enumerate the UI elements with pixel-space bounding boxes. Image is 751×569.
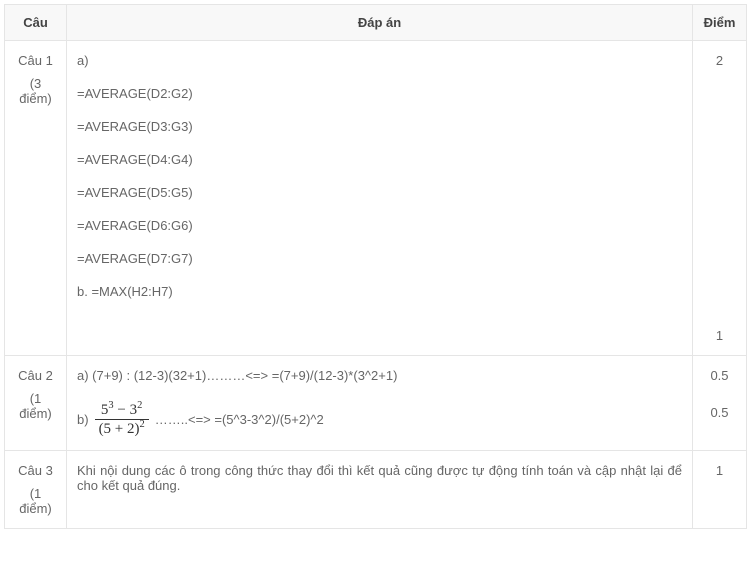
header-row: Câu Đáp án Điểm <box>5 5 747 41</box>
answer-line-b: b) 53 − 32 (5 + 2)2 ……..<=> =(5^3-3^2)/(… <box>77 401 682 438</box>
answer-part-b: b. =MAX(H2:H7) <box>77 284 682 299</box>
cau-cell: Câu 2 (1 điểm) <box>5 356 67 451</box>
cau-label: Câu 1 <box>15 53 56 68</box>
fraction: 53 − 32 (5 + 2)2 <box>95 401 149 438</box>
fraction-numerator: 53 − 32 <box>97 401 146 419</box>
cau-note: (1 điểm) <box>15 486 56 516</box>
score-cell: 0.5 0.5 <box>693 356 747 451</box>
header-diem: Điểm <box>693 5 747 41</box>
answer-part-a-label: a) <box>77 53 682 68</box>
table-row: Câu 2 (1 điểm) a) (7+9) : (12-3)(32+1)……… <box>5 356 747 451</box>
table-row: Câu 3 (1 điểm) Khi nội dung các ô trong … <box>5 451 747 529</box>
answer-line-a: a) (7+9) : (12-3)(32+1)………<=> =(7+9)/(12… <box>77 368 682 383</box>
answer-formula: =AVERAGE(D7:G7) <box>77 251 682 266</box>
table-row: Câu 1 (3 điểm) a) =AVERAGE(D2:G2) =AVERA… <box>5 41 747 356</box>
score-cell: 1 <box>693 451 747 529</box>
score-cell: 2 1 <box>693 41 747 356</box>
answer-formula: =AVERAGE(D5:G5) <box>77 185 682 200</box>
score-value: 1 <box>703 328 736 343</box>
answer-cell: a) (7+9) : (12-3)(32+1)………<=> =(7+9)/(12… <box>67 356 693 451</box>
cau-cell: Câu 3 (1 điểm) <box>5 451 67 529</box>
cau-note: (1 điểm) <box>15 391 56 421</box>
cau-cell: Câu 1 (3 điểm) <box>5 41 67 356</box>
cau-label: Câu 3 <box>15 463 56 478</box>
answer-formula: =AVERAGE(D6:G6) <box>77 218 682 233</box>
score-value: 1 <box>703 463 736 478</box>
answer-b-prefix: b) <box>77 412 89 427</box>
fraction-denominator: (5 + 2)2 <box>95 419 149 438</box>
answer-b-suffix: ……..<=> =(5^3-3^2)/(5+2)^2 <box>155 412 324 427</box>
answer-cell: a) =AVERAGE(D2:G2) =AVERAGE(D3:G3) =AVER… <box>67 41 693 356</box>
header-cau: Câu <box>5 5 67 41</box>
score-value: 0.5 <box>703 405 736 420</box>
answer-cell: Khi nội dung các ô trong công thức thay … <box>67 451 693 529</box>
cau-label: Câu 2 <box>15 368 56 383</box>
answer-formula: =AVERAGE(D4:G4) <box>77 152 682 167</box>
answer-formula: =AVERAGE(D2:G2) <box>77 86 682 101</box>
answer-text: Khi nội dung các ô trong công thức thay … <box>77 463 682 493</box>
answer-table: Câu Đáp án Điểm Câu 1 (3 điểm) a) =AVERA… <box>4 4 747 529</box>
score-value: 2 <box>703 53 736 68</box>
cau-note: (3 điểm) <box>15 76 56 106</box>
score-value: 0.5 <box>703 368 736 383</box>
answer-formula: =AVERAGE(D3:G3) <box>77 119 682 134</box>
header-dapan: Đáp án <box>67 5 693 41</box>
